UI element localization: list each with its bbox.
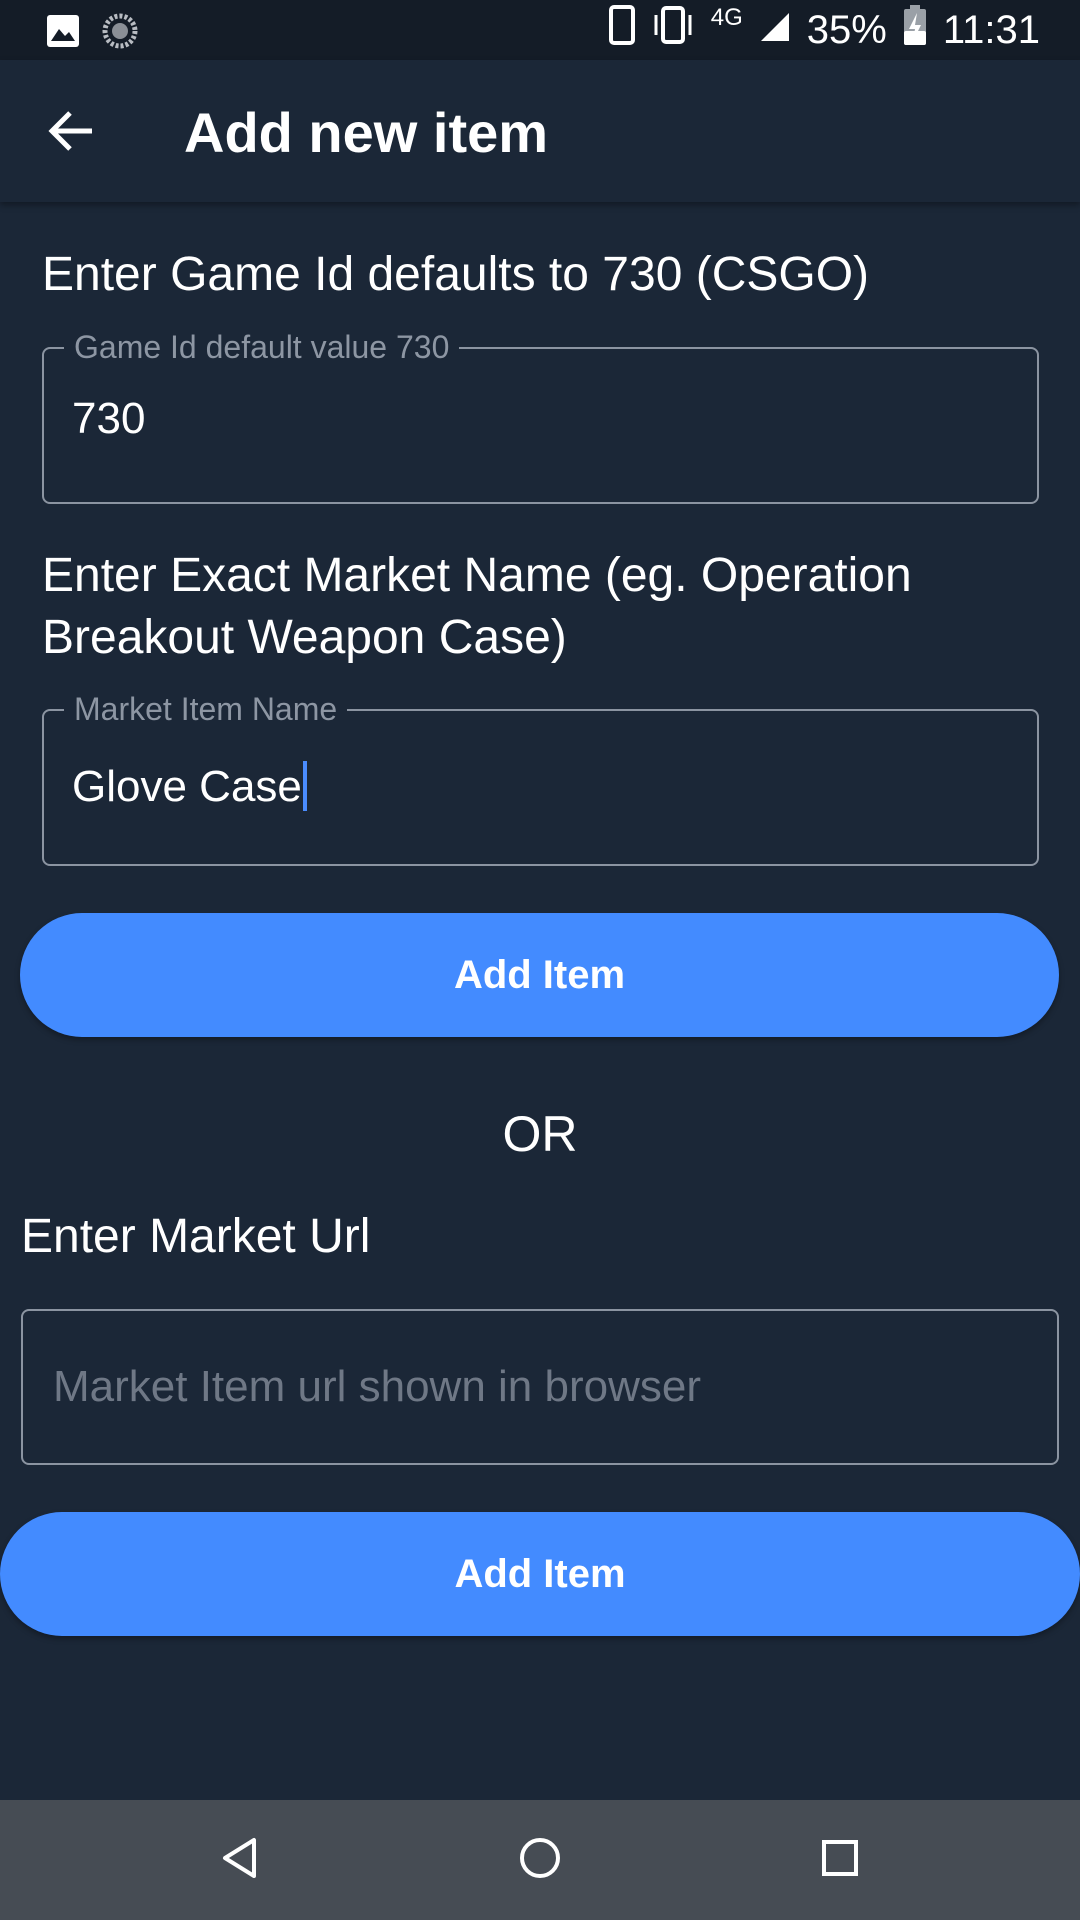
app-bar: Add new item xyxy=(0,60,1080,202)
text-cursor xyxy=(302,761,307,812)
market-name-heading-line2: Breakout Weapon Case) xyxy=(42,611,567,664)
add-item-url-button[interactable]: Add Item xyxy=(0,1512,1080,1636)
status-bar: 4G 35% 11:31 xyxy=(0,0,1080,60)
add-item-button[interactable]: Add Item xyxy=(20,913,1059,1037)
back-button[interactable] xyxy=(40,105,104,161)
game-id-heading: Enter Game Id defaults to 730 (CSGO) xyxy=(42,248,870,301)
vibrate-icon xyxy=(651,5,695,55)
battery-percent: 35% xyxy=(806,7,887,52)
market-name-field[interactable]: Market Item Name Glove Case xyxy=(42,691,1039,866)
network-type: 4G xyxy=(710,4,743,31)
page-title: Add new item xyxy=(184,101,549,164)
back-triangle-icon xyxy=(220,1836,260,1885)
sync-icon xyxy=(102,13,138,54)
system-nav-bar xyxy=(0,1800,1080,1920)
phone-icon xyxy=(608,5,635,55)
market-name-heading: Enter Exact Market Name (eg. Operation B… xyxy=(42,545,912,669)
game-id-input-value[interactable]: 730 xyxy=(72,393,145,445)
nav-home-button[interactable] xyxy=(510,1830,570,1890)
home-circle-icon xyxy=(518,1836,562,1885)
market-url-placeholder[interactable]: Market Item url shown in browser xyxy=(53,1361,701,1413)
market-name-input[interactable]: Glove Case xyxy=(72,761,307,814)
clock: 11:31 xyxy=(942,7,1040,52)
image-icon xyxy=(46,14,80,53)
recents-square-icon xyxy=(820,1838,860,1883)
signal-icon xyxy=(759,8,791,53)
nav-back-button[interactable] xyxy=(210,1830,270,1890)
market-url-field[interactable]: Market Item url shown in browser xyxy=(21,1309,1059,1465)
market-name-field-label: Market Item Name xyxy=(64,691,348,727)
game-id-field-label: Game Id default value 730 xyxy=(64,329,460,365)
market-url-heading: Enter Market Url xyxy=(21,1210,371,1263)
arrow-back-icon xyxy=(48,109,96,158)
market-name-input-value: Glove Case xyxy=(72,762,302,811)
battery-charging-icon xyxy=(903,4,927,56)
game-id-field[interactable]: Game Id default value 730 730 xyxy=(42,329,1039,504)
or-separator: OR xyxy=(502,1106,578,1162)
nav-recents-button[interactable] xyxy=(810,1830,870,1890)
market-name-heading-line1: Enter Exact Market Name (eg. Operation xyxy=(42,549,912,602)
